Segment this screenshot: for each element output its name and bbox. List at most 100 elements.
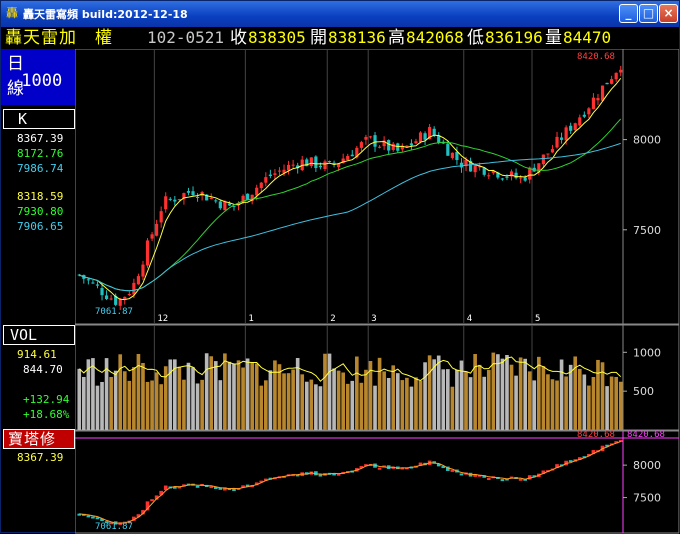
month-label: 1 (248, 314, 253, 324)
vol-bar (559, 359, 564, 430)
vol-bar (427, 355, 432, 430)
vol-bar (77, 368, 82, 430)
vol-bar (527, 371, 532, 430)
open-value: 838136 (328, 28, 386, 47)
candle (191, 191, 195, 196)
candle (214, 200, 218, 202)
tower-min-label: 7061.87 (95, 522, 133, 532)
candle (318, 165, 323, 168)
vol-bar (414, 377, 418, 430)
k-value-4: 8318.59 (17, 190, 64, 203)
minimize-button[interactable]: _ (619, 4, 638, 23)
vol-bar (577, 368, 582, 430)
candle (555, 136, 559, 148)
candle (291, 164, 295, 166)
vol-bar (195, 383, 200, 430)
vol-bar (191, 367, 195, 430)
candle (286, 164, 291, 171)
candle (569, 125, 573, 131)
month-label: 2 (330, 314, 335, 324)
vol-bar (100, 381, 104, 430)
vol-bar (496, 354, 500, 430)
candle (359, 142, 363, 148)
vol-bar (186, 362, 191, 430)
candle (309, 157, 313, 167)
k-min-label: 7061.87 (95, 307, 133, 317)
month-label: 4 (467, 314, 472, 324)
candle (177, 198, 181, 200)
candle (141, 264, 145, 277)
vol-bar (300, 374, 305, 430)
vol-bar (395, 373, 400, 430)
vol-bar (122, 371, 127, 430)
vol-bar (455, 369, 459, 430)
candle (455, 151, 459, 161)
volume-chart: 500 1000 (75, 324, 679, 431)
vol-bar (250, 362, 254, 430)
vol-bar (532, 380, 537, 430)
candle (314, 156, 318, 168)
close-button[interactable]: × (659, 4, 678, 23)
candle (368, 136, 373, 138)
close-value: 838305 (248, 28, 306, 47)
candle (136, 276, 141, 285)
chart-area[interactable]: 12 1 2 3 4 5750080008420.687061.87 5001000 75… (75, 49, 679, 534)
vol-bar (541, 366, 546, 430)
vol-bar (482, 376, 487, 430)
candle (450, 152, 454, 158)
candle (323, 161, 327, 169)
quote-date: 102-0521 (147, 28, 225, 47)
vol-bar (245, 358, 250, 430)
tower-block (500, 479, 505, 482)
vol-bar (318, 386, 323, 430)
candle (391, 143, 395, 150)
vol-bar (523, 358, 527, 430)
maximize-button[interactable]: □ (639, 4, 658, 23)
k-panel-label[interactable]: K (3, 109, 75, 129)
candle (255, 187, 259, 196)
tower-block (318, 474, 323, 477)
stock-name: 轟天雷加 權 (5, 28, 113, 48)
vol-bar (614, 376, 618, 430)
tower-tick-label: 8000 (633, 459, 661, 472)
candle (605, 82, 609, 85)
app-window: 轟 轟天雷寫頻 build:2012-12-18 _ □ × 轟天雷加 權 10… (0, 0, 680, 534)
vol-bar (259, 385, 264, 430)
vol-bar (441, 369, 446, 430)
vol-bar (159, 384, 163, 430)
vol-bar (350, 380, 355, 430)
vol-bar (332, 368, 336, 430)
tower-panel-label[interactable]: 寶塔修 (3, 429, 75, 449)
title-bar[interactable]: 轟 轟天雷寫頻 build:2012-12-18 _ □ × (1, 1, 679, 27)
period-panel[interactable]: 日 線 .1000 (1, 49, 75, 105)
vol-bar (364, 369, 368, 430)
vol-bar (213, 361, 218, 430)
vol-bar (436, 355, 441, 430)
vol-ma-2: 844.70 (23, 363, 63, 376)
vol-bar (264, 380, 268, 430)
vol-bar (268, 370, 273, 430)
candle (132, 282, 136, 295)
candle (432, 128, 436, 136)
vol-bar (382, 371, 386, 430)
candle (582, 114, 586, 117)
vol-bar (418, 380, 423, 430)
vol-bar (591, 377, 596, 430)
vol-bar (400, 380, 405, 430)
candle (150, 234, 154, 239)
k-frame (75, 49, 679, 325)
candle (91, 282, 95, 284)
month-label: 3 (371, 314, 376, 324)
month-label: 5 (535, 314, 540, 324)
vol-bar (468, 377, 473, 430)
candle (514, 172, 518, 179)
vol-panel-label[interactable]: VOL (3, 325, 75, 345)
close-label: 收 (230, 28, 247, 48)
candle (610, 79, 614, 84)
vol-bar (273, 360, 277, 430)
vol-ma-1: 914.61 (17, 348, 57, 361)
vol-bar (464, 371, 468, 430)
vol-bar (582, 374, 587, 430)
candle (405, 145, 409, 147)
vol-bar (132, 367, 136, 430)
